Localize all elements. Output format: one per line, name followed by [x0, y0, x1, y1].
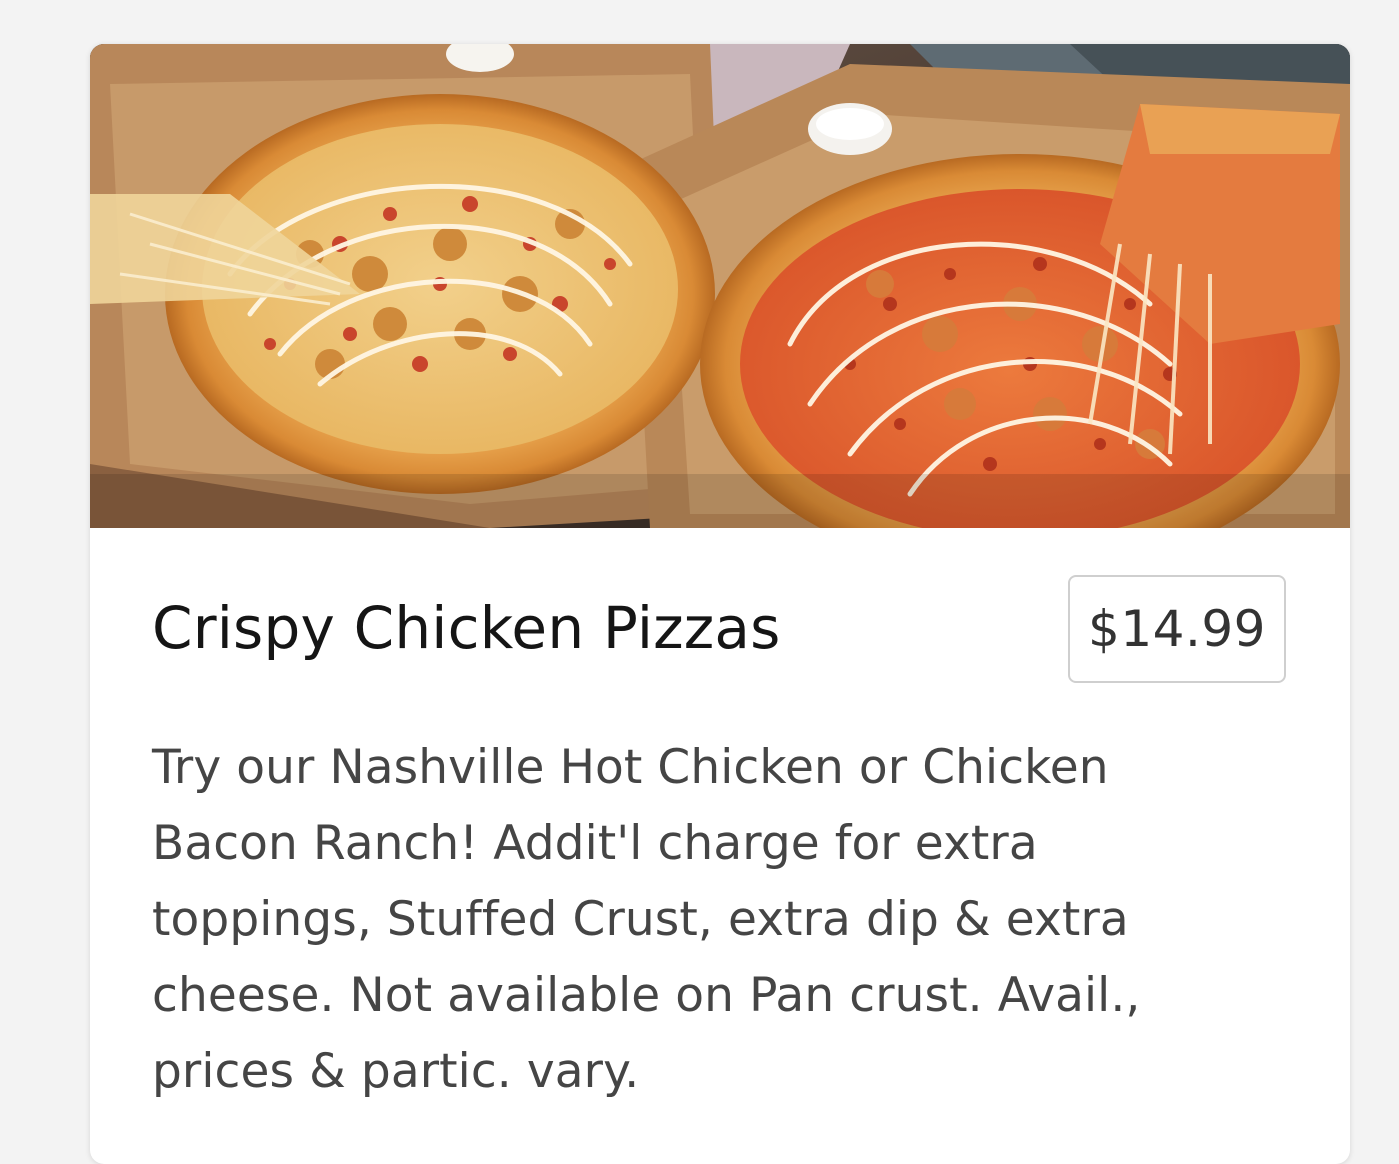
product-image[interactable]: [90, 44, 1350, 528]
product-title: Crispy Chicken Pizzas: [152, 594, 781, 662]
product-description: Try our Nashville Hot Chicken or Chicken…: [152, 740, 1141, 1099]
price-badge: $14.99: [1068, 575, 1286, 683]
pizza-photo-illustration: [90, 44, 1350, 528]
menu-item-card[interactable]: Crispy Chicken Pizzas $14.99 Try our Nas…: [90, 44, 1350, 1164]
